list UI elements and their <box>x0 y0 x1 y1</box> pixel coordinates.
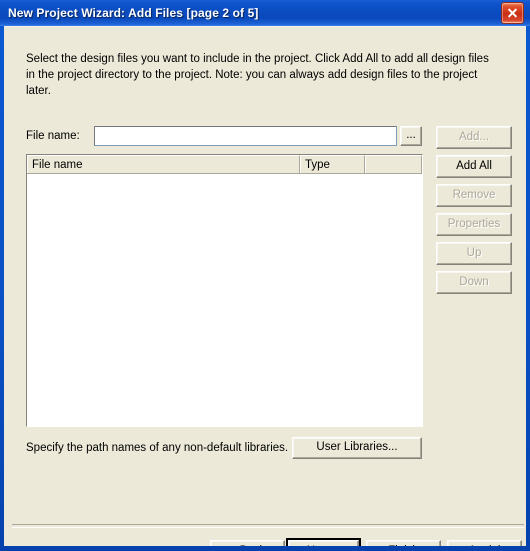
cancel-button[interactable]: Anuluj <box>447 540 522 546</box>
file-name-input[interactable] <box>94 126 397 146</box>
properties-button[interactable]: Properties <box>436 213 512 236</box>
file-name-label: File name: <box>26 130 80 142</box>
file-list-column-header[interactable]: File name <box>27 155 300 173</box>
next-button[interactable]: Next > <box>286 538 361 546</box>
instruction-text: Select the design files you want to incl… <box>26 53 489 97</box>
up-button[interactable]: Up <box>436 242 512 265</box>
footer-separator <box>12 524 524 528</box>
file-list[interactable]: File name Type <box>26 154 423 427</box>
finish-button[interactable]: Finish <box>366 540 441 546</box>
window-title: New Project Wizard: Add Files [page 2 of… <box>8 6 259 20</box>
close-icon[interactable] <box>501 2 524 24</box>
file-list-column-header[interactable] <box>365 155 422 173</box>
file-list-column-header[interactable]: Type <box>300 155 365 173</box>
dialog-body: Select the design files you want to incl… <box>4 26 526 546</box>
add-button[interactable]: Add... <box>436 126 512 149</box>
dialog-window: New Project Wizard: Add Files [page 2 of… <box>0 0 530 551</box>
next-button-label: Next > <box>288 540 359 546</box>
file-list-body[interactable] <box>27 174 422 426</box>
file-list-header: File name Type <box>27 155 422 174</box>
add-all-button[interactable]: Add All <box>436 155 512 178</box>
user-libraries-button[interactable]: User Libraries... <box>292 437 422 459</box>
back-button[interactable]: < Back <box>210 540 285 546</box>
libraries-hint-text: Specify the path names of any non-defaul… <box>26 442 289 454</box>
title-bar[interactable]: New Project Wizard: Add Files [page 2 of… <box>0 0 530 26</box>
remove-button[interactable]: Remove <box>436 184 512 207</box>
browse-button[interactable]: ... <box>400 126 422 146</box>
down-button[interactable]: Down <box>436 271 512 294</box>
